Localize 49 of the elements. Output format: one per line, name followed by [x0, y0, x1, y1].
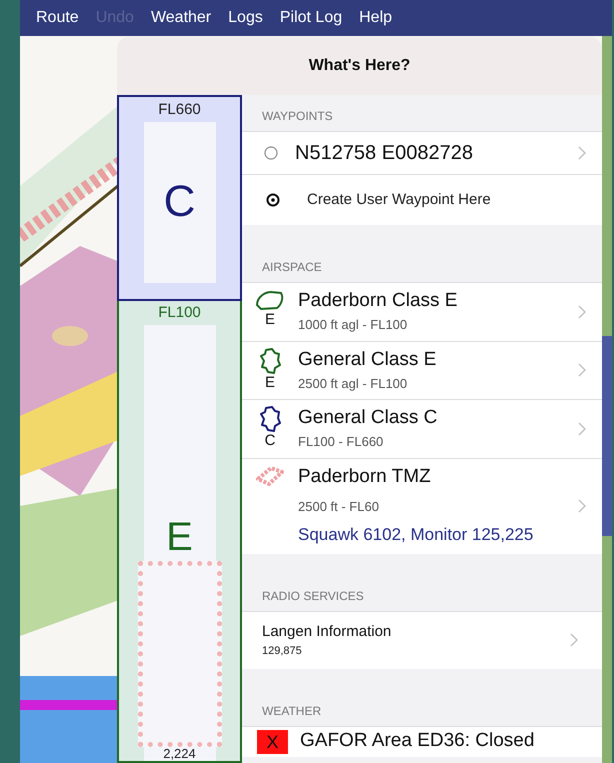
airspace-note: Squawk 6102, Monitor 125,225: [298, 524, 534, 546]
class-letter: E: [264, 311, 275, 328]
gafor-status: GAFOR Area ED36: Closed: [300, 729, 534, 754]
chevron-icon: [578, 363, 586, 378]
radio-frequency: 129,875: [262, 644, 303, 659]
chevron-icon: [578, 499, 586, 513]
waypoint-row[interactable]: N512758 E0082728: [242, 132, 602, 175]
section-header: AIRSPACE: [262, 259, 322, 276]
chevron-icon: [578, 304, 586, 319]
altitude-range: 1000 ft agl - FL100: [298, 316, 408, 334]
chevron-icon: [578, 422, 586, 436]
airspace-name: General Class E: [298, 348, 438, 372]
create-waypoint-row[interactable]: Create User Waypoint Here: [242, 175, 602, 225]
chevron-icon: [570, 633, 578, 647]
radio-circle-icon: [264, 146, 278, 160]
waypoint-name: N512758 E0082728: [295, 141, 474, 166]
section-header: RADIO SERVICES: [262, 588, 364, 604]
chevron-icon: [578, 146, 586, 160]
weather-row[interactable]: X GAFOR Area ED36: Closed: [242, 726, 602, 756]
section-header: WAYPOINTS: [262, 108, 333, 125]
ceiling-label: FL100: [158, 303, 201, 323]
altitude-range: 2500 ft agl - FL100: [298, 374, 408, 393]
class-letter: E: [264, 374, 275, 390]
menu-item[interactable]: Pilot Log: [280, 6, 342, 30]
menu-item[interactable]: Weather: [150, 6, 212, 30]
section-header: WEATHER: [262, 702, 322, 720]
airspace-row[interactable]: C General Class C FL100 - FL660: [242, 400, 602, 458]
radio-service-row[interactable]: Langen Information 129,875: [242, 612, 602, 668]
airspace-name: General Class C: [298, 406, 438, 430]
airspace-class-letter: C: [164, 176, 196, 228]
floor-label: 2,224: [163, 746, 196, 760]
airspace-row[interactable]: E General Class E 2500 ft agl - FL100: [242, 342, 602, 400]
menu-item[interactable]: Help: [359, 6, 392, 30]
menu-item[interactable]: Route: [36, 6, 79, 30]
radio-service-name: Langen Information: [262, 622, 392, 642]
target-icon: [266, 193, 280, 207]
menu-item[interactable]: Logs: [228, 6, 263, 30]
closed-badge: X: [257, 730, 288, 754]
ceiling-label: FL660: [158, 100, 201, 120]
create-waypoint-label: Create User Waypoint Here: [307, 190, 491, 210]
popover-title: What's Here?: [308, 56, 410, 76]
altitude-range: 2500 ft - FL60: [298, 498, 380, 516]
altitude-range: FL100 - FL660: [298, 433, 384, 451]
airspace-row[interactable]: E Paderborn Class E 1000 ft agl - FL100: [242, 283, 602, 342]
airspace-name: Paderborn TMZ: [298, 464, 432, 488]
airspace-name: Paderborn Class E: [298, 289, 458, 313]
class-letter: C: [264, 432, 276, 449]
airspace-class-letter: E: [166, 514, 193, 558]
airspace-row[interactable]: Paderborn TMZ 2500 ft - FL60 Squawk 6102, Monitor 125,225: [242, 458, 602, 554]
